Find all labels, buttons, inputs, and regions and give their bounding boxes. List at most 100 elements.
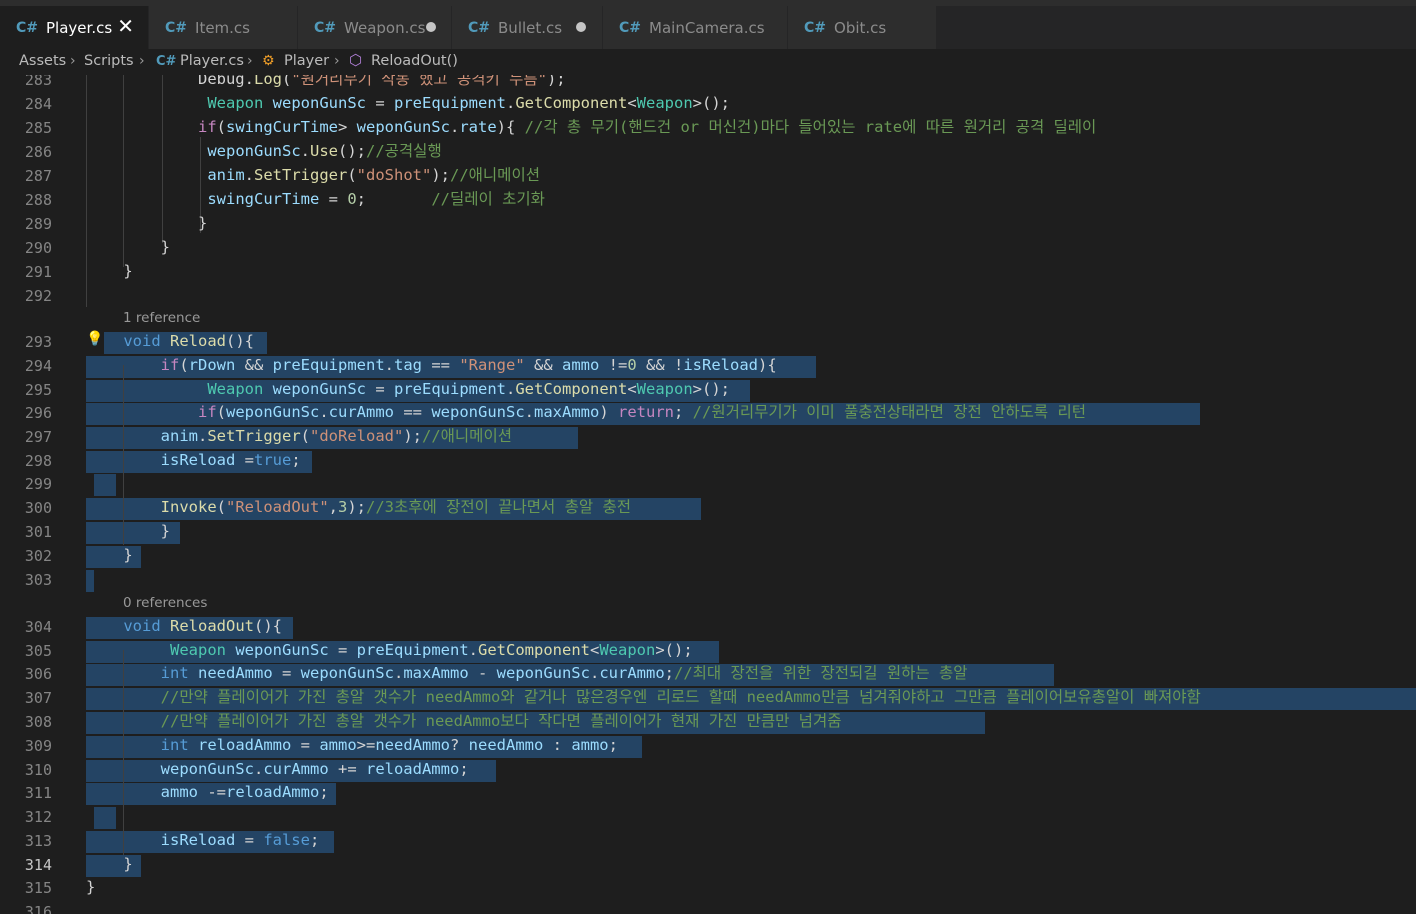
line-number: 293 — [24, 333, 52, 351]
line-number: 292 — [24, 287, 52, 305]
line-number: 304 — [24, 618, 52, 636]
code-line[interactable]: anim.SetTrigger("doReload");//애니메이션 — [86, 426, 512, 446]
line-number: 313 — [24, 832, 52, 850]
csharp-file-icon: C# — [16, 19, 39, 36]
code-line[interactable]: } — [86, 237, 170, 257]
breadcrumb-class[interactable]: Player — [284, 53, 329, 69]
line-number: 294 — [24, 357, 52, 375]
code-line[interactable]: } — [86, 877, 95, 897]
tab-weapon-cs[interactable]: C# Weapon.cs — [298, 6, 452, 49]
class-icon: ⚙ — [262, 53, 275, 69]
code-line[interactable]: weponGunSc.Use();//공격실행 — [86, 141, 441, 161]
csharp-file-icon: C# — [165, 19, 188, 36]
selection-highlight — [86, 570, 94, 592]
tab-maincamera-cs[interactable]: C# MainCamera.cs — [603, 6, 788, 49]
breadcrumb-method[interactable]: ReloadOut() — [371, 53, 458, 69]
csharp-file-icon: C# — [804, 19, 827, 36]
line-number: 307 — [24, 689, 52, 707]
tab-label: Obit.cs — [834, 18, 887, 37]
line-number: 303 — [24, 571, 52, 589]
breadcrumb-assets[interactable]: Assets — [19, 53, 66, 69]
tab-player-cs[interactable]: C# Player.cs ✕ — [0, 6, 149, 49]
code-line[interactable]: isReload = false; — [86, 830, 320, 850]
breadcrumb: Assets › Scripts › C# Player.cs › ⚙ Play… — [0, 49, 1416, 75]
selection-highlight — [94, 474, 116, 496]
code-line[interactable]: } — [86, 521, 170, 541]
line-number: 298 — [24, 452, 52, 470]
code-line[interactable]: void ReloadOut(){ — [86, 616, 282, 636]
tab-bullet-cs[interactable]: C# Bullet.cs — [452, 6, 603, 49]
tab-label: Item.cs — [195, 18, 250, 37]
code-line[interactable]: if(rDown && preEquipment.tag == "Range" … — [86, 355, 777, 375]
chevron-right-icon: › — [247, 53, 253, 69]
code-line[interactable]: weponGunSc.curAmmo += reloadAmmo; — [86, 759, 469, 779]
selection-highlight — [94, 807, 116, 829]
line-number: 315 — [24, 879, 52, 897]
chevron-right-icon: › — [139, 53, 145, 69]
line-number: 285 — [24, 119, 52, 137]
line-number: 309 — [24, 737, 52, 755]
line-number: 308 — [24, 713, 52, 731]
code-line[interactable]: if(weponGunSc.curAmmo == weponGunSc.maxA… — [86, 402, 1086, 422]
code-line[interactable]: swingCurTime = 0; //딜레이 초기화 — [86, 189, 545, 209]
line-number: 289 — [24, 215, 52, 233]
code-line[interactable]: } — [86, 213, 207, 233]
code-line[interactable]: Invoke("ReloadOut",3);//3초후에 장전이 끝나면서 총알… — [86, 497, 631, 517]
code-line[interactable]: } — [86, 545, 132, 565]
csharp-file-icon: C# — [619, 19, 642, 36]
line-number: 297 — [24, 428, 52, 446]
code-line[interactable]: } — [86, 261, 132, 281]
line-number: 288 — [24, 191, 52, 209]
code-line[interactable]: if(swingCurTime> weponGunSc.rate){ //각 총… — [86, 117, 1096, 137]
chevron-right-icon: › — [334, 53, 340, 69]
method-cube-icon: ⬡ — [349, 51, 363, 69]
codelens-references[interactable]: 1 reference — [123, 310, 200, 326]
code-line[interactable]: //만약 플레이어가 가진 총알 갯수가 needAmmo보다 작다면 플레이어… — [86, 711, 842, 731]
code-line[interactable]: Weapon weponGunSc = preEquipment.GetComp… — [86, 93, 730, 113]
line-number: 301 — [24, 523, 52, 541]
code-line[interactable]: Weapon weponGunSc = preEquipment.GetComp… — [86, 379, 730, 399]
code-line[interactable]: int needAmmo = weponGunSc.maxAmmo - wepo… — [86, 663, 968, 683]
code-line[interactable]: int reloadAmmo = ammo>=needAmmo? needAmm… — [86, 735, 618, 755]
code-line[interactable]: isReload =true; — [86, 450, 301, 470]
line-number: 299 — [24, 475, 52, 493]
code-editor[interactable]: 1 reference 0 references 💡 283 Debug.Log… — [0, 75, 1416, 914]
breadcrumb-file[interactable]: Player.cs — [180, 53, 244, 69]
breadcrumb-scripts[interactable]: Scripts — [84, 53, 134, 69]
code-line[interactable]: //만약 플레이어가 가진 총알 갯수가 needAmmo와 같거나 많은경우엔… — [86, 687, 1201, 707]
csharp-file-icon: C# — [156, 54, 177, 69]
line-number: 283 — [24, 75, 52, 89]
code-line[interactable]: void Reload(){ — [86, 331, 254, 351]
code-line[interactable]: Debug.Log("원거리무기 작동 했고 공격키 누름"); — [86, 75, 566, 89]
line-number: 305 — [24, 642, 52, 660]
line-number: 311 — [24, 784, 52, 802]
tab-label: MainCamera.cs — [649, 18, 765, 37]
unsaved-dot-icon[interactable] — [576, 22, 586, 32]
code-line[interactable]: Weapon weponGunSc = preEquipment.GetComp… — [86, 640, 693, 660]
csharp-file-icon: C# — [314, 19, 337, 36]
line-number: 290 — [24, 239, 52, 257]
csharp-file-icon: C# — [468, 19, 491, 36]
code-line[interactable]: anim.SetTrigger("doShot");//애니메이션 — [86, 165, 540, 185]
line-number: 316 — [24, 903, 52, 914]
tab-label: Weapon.cs — [344, 18, 426, 37]
codelens-references[interactable]: 0 references — [123, 595, 207, 611]
tab-label: Player.cs — [46, 18, 113, 37]
line-number: 284 — [24, 95, 52, 113]
tab-label: Bullet.cs — [498, 18, 563, 37]
unsaved-dot-icon[interactable] — [426, 22, 436, 32]
code-line[interactable]: ammo -=reloadAmmo; — [86, 782, 329, 802]
close-icon[interactable]: ✕ — [117, 14, 134, 38]
line-number: 310 — [24, 761, 52, 779]
tab-item-cs[interactable]: C# Item.cs — [149, 6, 298, 49]
line-number: 312 — [24, 808, 52, 826]
line-number: 286 — [24, 143, 52, 161]
editor-tab-bar: C# Player.cs ✕ C# Item.cs C# Weapon.cs C… — [0, 6, 1416, 49]
line-number: 291 — [24, 263, 52, 281]
line-number: 306 — [24, 665, 52, 683]
code-line[interactable]: } — [86, 854, 132, 874]
line-number: 287 — [24, 167, 52, 185]
line-number: 295 — [24, 381, 52, 399]
tab-obit-cs[interactable]: C# Obit.cs — [788, 6, 937, 49]
line-number: 296 — [24, 404, 52, 422]
